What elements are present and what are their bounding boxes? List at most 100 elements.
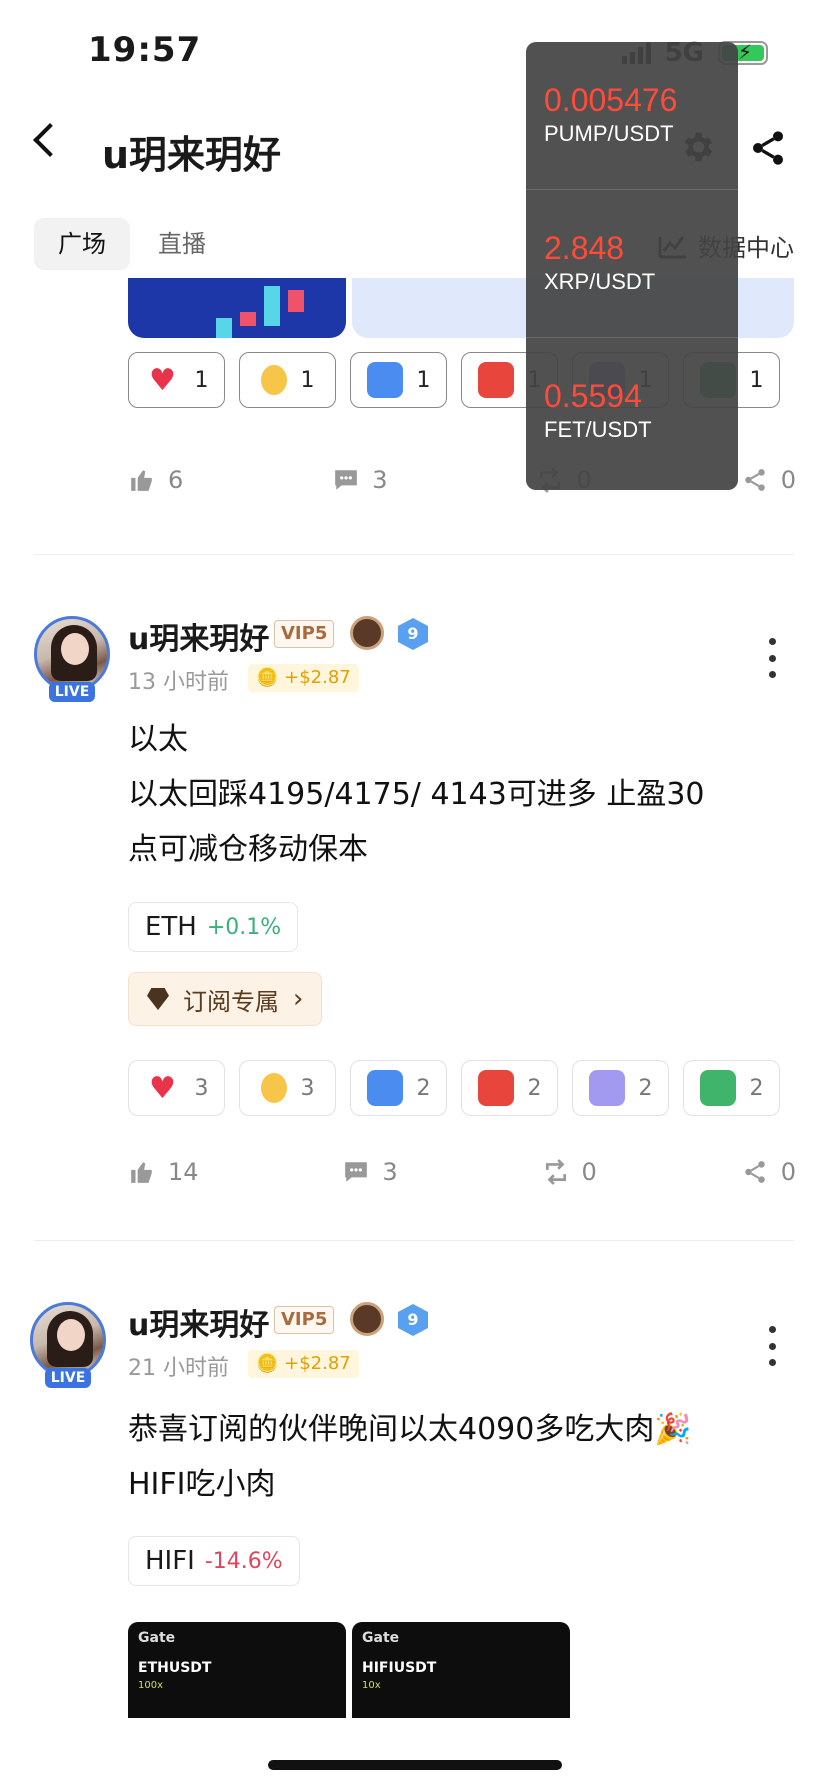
post-text-line: 恭喜订阅的伙伴晚间以太4090多吃大肉🎉: [128, 1412, 692, 1447]
repost-button[interactable]: 0: [542, 1158, 597, 1186]
post-image[interactable]: Gate HIFIUSDT 10x: [352, 1622, 570, 1718]
angry-icon: [477, 1070, 514, 1106]
ticker-pair: XRP/USDT: [544, 269, 656, 294]
coin-symbol: ETH: [145, 912, 197, 942]
coin-change: -14.6%: [204, 1548, 283, 1574]
post-text-line: 以太: [128, 722, 188, 757]
comment-count: 3: [372, 466, 388, 494]
share-button[interactable]: 0: [741, 466, 796, 494]
heart-icon: ♥: [149, 362, 176, 398]
like-button[interactable]: 14: [128, 1158, 199, 1186]
image-pair: HIFIUSDT: [362, 1660, 437, 1676]
chevron-right-icon: ›: [293, 984, 304, 1014]
thumbs-up-icon: [131, 470, 152, 491]
image-leverage: 10x: [362, 1680, 381, 1691]
angry-icon: [477, 362, 514, 398]
coin-change: +0.1%: [206, 914, 282, 940]
medal-icon: [350, 1302, 384, 1336]
ticker-row[interactable]: 2.848 XRP/USDT: [526, 190, 738, 338]
like-button[interactable]: 6: [128, 466, 183, 494]
reaction-hodl[interactable]: 1: [350, 352, 447, 408]
tip-reward: 🪙 +$2.87: [248, 1350, 359, 1378]
sick-icon: [699, 1070, 736, 1106]
reaction-thumbs-up[interactable]: 1: [239, 352, 336, 408]
thumbs-up-icon: [260, 365, 287, 395]
author-name[interactable]: u玥来玥好: [128, 614, 269, 658]
repost-count: 0: [581, 1158, 597, 1186]
tab-live[interactable]: 直播: [134, 218, 230, 270]
avatar[interactable]: [34, 616, 110, 692]
share-icon: [744, 1161, 765, 1183]
reward-amount: +$2.87: [284, 1353, 351, 1374]
comment-count: 3: [382, 1158, 398, 1186]
image-leverage: 100x: [138, 1680, 164, 1691]
thumbs-up-icon: [260, 1073, 287, 1103]
coin-tag-hifi[interactable]: HIFI -14.6%: [128, 1536, 300, 1586]
post-time: 13 小时前: [128, 670, 229, 695]
comment-icon: [345, 1162, 368, 1182]
post-text[interactable]: 恭喜订阅的伙伴晚间以太4090多吃大肉🎉 HIFI吃小肉: [128, 1402, 692, 1512]
reaction-heart[interactable]: ♥ 3: [128, 1060, 225, 1116]
comment-button[interactable]: 3: [332, 466, 388, 494]
back-icon[interactable]: [33, 123, 67, 157]
home-indicator[interactable]: [268, 1760, 562, 1770]
post-image-chart[interactable]: [128, 278, 346, 338]
more-options-icon[interactable]: [768, 638, 776, 678]
live-badge: LIVE: [45, 1368, 91, 1388]
reaction-heart[interactable]: ♥ 1: [128, 352, 225, 408]
vip-badge: VIP5: [274, 620, 335, 648]
avatar[interactable]: [30, 1302, 106, 1378]
share-count: 0: [780, 466, 796, 494]
subscribe-label: 订阅专属: [183, 987, 279, 1016]
comment-button[interactable]: 3: [342, 1158, 398, 1186]
comment-icon: [335, 470, 358, 490]
ticker-price: 0.5594: [544, 378, 642, 414]
coin-tag-eth[interactable]: ETH +0.1%: [128, 902, 299, 952]
scared-icon: [588, 1070, 625, 1106]
gate-logo: Gate: [362, 1630, 400, 1646]
gate-logo: Gate: [138, 1630, 176, 1646]
action-bar: 14 3 0 0: [128, 1158, 796, 1186]
divider: [34, 554, 794, 555]
post-text-line: 点可减仓移动保本: [128, 832, 368, 867]
reaction-sick[interactable]: 2: [683, 1060, 780, 1116]
share-count: 0: [780, 1158, 796, 1186]
reward-amount: +$2.87: [284, 667, 351, 688]
reaction-scared[interactable]: 2: [572, 1060, 669, 1116]
ticker-price: 0.005476: [544, 82, 678, 118]
heart-icon: ♥: [149, 1070, 176, 1106]
post-text[interactable]: 以太 以太回踩4195/4175/ 4143可进多 止盈30 点可减仓移动保本: [128, 712, 705, 877]
share-button[interactable]: 0: [741, 1158, 796, 1186]
reaction-hodl[interactable]: 2: [350, 1060, 447, 1116]
divider: [34, 1240, 794, 1241]
reaction-bar: ♥ 3 3 2 2 2 2: [128, 1060, 780, 1116]
author-name[interactable]: u玥来玥好: [128, 1300, 269, 1344]
reaction-angry[interactable]: 2: [461, 1060, 558, 1116]
subscribe-exclusive-button[interactable]: 订阅专属 ›: [128, 972, 323, 1026]
more-options-icon[interactable]: [768, 1326, 776, 1366]
page-title: u玥来玥好: [102, 133, 282, 177]
post-image[interactable]: Gate ETHUSDT 100x: [128, 1622, 346, 1718]
tip-reward: 🪙 +$2.87: [248, 664, 359, 692]
like-count: 6: [168, 466, 184, 494]
thumbs-up-icon: [131, 1162, 152, 1183]
status-time: 19:57: [88, 30, 202, 70]
image-pair: ETHUSDT: [138, 1660, 212, 1676]
ticker-pair: FET/USDT: [544, 417, 652, 442]
ticker-row[interactable]: 0.5594 FET/USDT: [526, 338, 738, 486]
reaction-thumbs-up[interactable]: 3: [239, 1060, 336, 1116]
level-badge: 9: [398, 618, 428, 650]
share-icon: [744, 469, 765, 491]
tab-square[interactable]: 广场: [34, 218, 130, 270]
level-badge: 9: [398, 1304, 428, 1336]
ticker-row[interactable]: 0.005476 PUMP/USDT: [526, 42, 738, 190]
hodl-icon: [366, 362, 403, 398]
repost-icon: [545, 1159, 566, 1185]
share-icon[interactable]: [748, 128, 788, 168]
vip-badge: VIP5: [274, 1306, 335, 1334]
price-ticker-overlay[interactable]: 0.005476 PUMP/USDT 2.848 XRP/USDT 0.5594…: [526, 42, 738, 490]
diamond-icon: [147, 988, 169, 1010]
like-count: 14: [168, 1158, 199, 1186]
medal-icon: [350, 616, 384, 650]
post-time: 21 小时前: [128, 1356, 229, 1381]
